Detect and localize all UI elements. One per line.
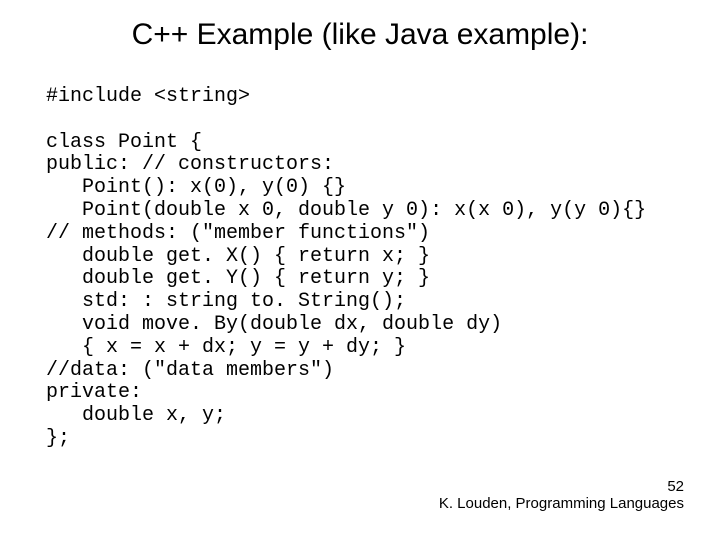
code-block: #include <string> class Point { public: … <box>0 60 720 451</box>
footer-attribution: K. Louden, Programming Languages <box>439 495 684 512</box>
page-number: 52 <box>439 479 684 496</box>
slide-footer: 52 K. Louden, Programming Languages <box>439 479 684 512</box>
slide: C++ Example (like Java example): #includ… <box>0 0 720 540</box>
slide-title: C++ Example (like Java example): <box>0 0 720 60</box>
